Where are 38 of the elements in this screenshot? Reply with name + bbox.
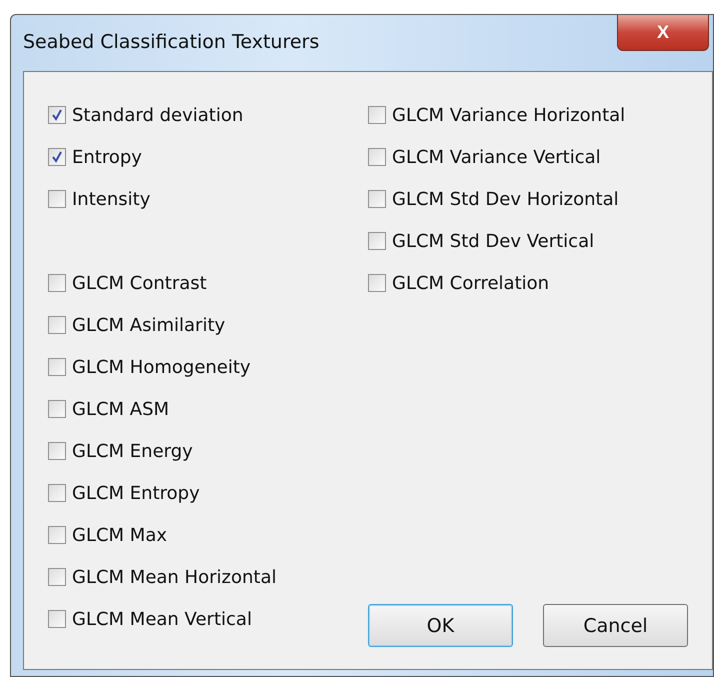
checkbox[interactable] xyxy=(48,484,66,502)
checkbox-label: Standard deviation xyxy=(72,104,244,126)
checkbox[interactable] xyxy=(48,190,66,208)
ok-button[interactable]: OK xyxy=(368,604,513,647)
checkbox-label: GLCM Asimilarity xyxy=(72,314,226,336)
checkbox[interactable] xyxy=(368,106,386,124)
checkbox[interactable] xyxy=(368,232,386,250)
checkbox[interactable] xyxy=(48,610,66,628)
checkbox[interactable] xyxy=(48,400,66,418)
checkbox[interactable] xyxy=(48,148,66,166)
checkbox-label: GLCM Std Dev Vertical xyxy=(392,230,594,252)
checkbox[interactable] xyxy=(368,190,386,208)
checkbox-label: GLCM Contrast xyxy=(72,272,207,294)
cancel-button[interactable]: Cancel xyxy=(543,604,688,647)
checkbox[interactable] xyxy=(48,274,66,292)
checkbox-label: GLCM Entropy xyxy=(72,482,200,504)
checkbox-label: Entropy xyxy=(72,146,142,168)
checkbox-label: GLCM Max xyxy=(72,524,168,546)
checkbox-label: GLCM Std Dev Horizontal xyxy=(392,188,619,210)
checkbox[interactable] xyxy=(48,316,66,334)
close-button[interactable]: X xyxy=(617,15,709,51)
checkbox-label: Intensity xyxy=(72,188,150,210)
checkbox[interactable] xyxy=(368,148,386,166)
checkbox[interactable] xyxy=(48,106,66,124)
checkbox[interactable] xyxy=(48,568,66,586)
checkbox-label: GLCM Mean Horizontal xyxy=(72,566,276,588)
checkbox[interactable] xyxy=(48,526,66,544)
checkbox-label: GLCM ASM xyxy=(72,398,170,420)
checkbox[interactable] xyxy=(48,442,66,460)
window-title: Seabed Classification Texturers xyxy=(23,31,320,53)
checkbox-label: GLCM Variance Vertical xyxy=(392,146,601,168)
checkbox-label: GLCM Correlation xyxy=(392,272,550,294)
checkbox-label: GLCM Variance Horizontal xyxy=(392,104,626,126)
checkbox-label: GLCM Energy xyxy=(72,440,193,462)
checkbox-label: GLCM Homogeneity xyxy=(72,356,251,378)
checkbox-label: GLCM Mean Vertical xyxy=(72,608,252,630)
checkbox[interactable] xyxy=(368,274,386,292)
checkbox[interactable] xyxy=(48,358,66,376)
